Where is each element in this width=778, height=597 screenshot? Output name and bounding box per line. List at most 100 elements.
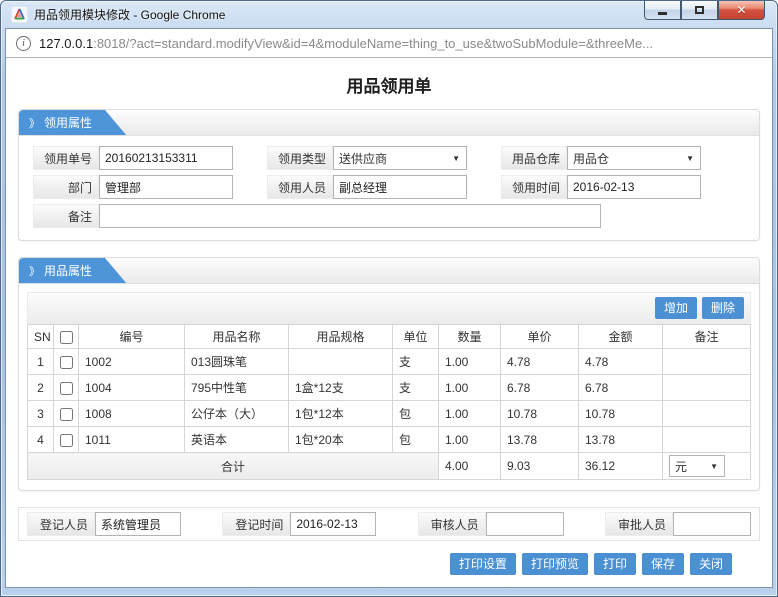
row-name[interactable]: 795中性笔 [185, 375, 289, 401]
minimize-icon [658, 12, 667, 15]
auditor-label: 审核人员 [418, 512, 486, 536]
requisition-type-select[interactable]: 送供应商 ▼ [333, 146, 467, 170]
row-remark[interactable] [663, 401, 751, 427]
approver-label: 审批人员 [605, 512, 673, 536]
warehouse-select[interactable]: 用品仓 ▼ [567, 146, 701, 170]
row-checkbox[interactable] [60, 434, 73, 447]
row-amount: 4.78 [579, 349, 663, 375]
row-price[interactable]: 6.78 [501, 375, 579, 401]
row-spec[interactable]: 1包*12本 [289, 401, 393, 427]
requisition-attributes-header: 》领用属性 [19, 110, 759, 136]
maximize-icon [695, 6, 704, 14]
row-code[interactable]: 1002 [79, 349, 185, 375]
currency-value: 元 [675, 458, 687, 475]
row-remark[interactable] [663, 375, 751, 401]
window-title: 用品领用模块修改 - Google Chrome [34, 6, 225, 23]
row-unit[interactable]: 包 [393, 401, 439, 427]
warehouse-label: 用品仓库 [501, 146, 567, 170]
maximize-button[interactable] [681, 1, 718, 20]
requisition-type-label: 领用类型 [267, 146, 333, 170]
row-price[interactable]: 10.78 [501, 401, 579, 427]
col-price: 单价 [501, 325, 579, 349]
item-attributes-tab: 》用品属性 [19, 258, 105, 284]
total-row: 合计 4.00 9.03 36.12 元 ▼ [28, 453, 751, 480]
requisition-attributes-panel: 》领用属性 领用单号 领用类型 送供应商 ▼ [18, 109, 760, 241]
order-no-label: 领用单号 [33, 146, 99, 170]
row-sn: 2 [28, 375, 54, 401]
col-qty: 数量 [439, 325, 501, 349]
row-amount: 13.78 [579, 427, 663, 453]
section2-title: 用品属性 [44, 264, 92, 278]
row-name[interactable]: 英语本 [185, 427, 289, 453]
row-code[interactable]: 1008 [79, 401, 185, 427]
row-unit[interactable]: 包 [393, 427, 439, 453]
add-row-button[interactable]: 增加 [655, 297, 697, 319]
auditor-input[interactable] [486, 512, 564, 536]
col-amount: 金额 [579, 325, 663, 349]
requisition-date-label: 领用时间 [501, 175, 567, 199]
row-name[interactable]: 公仔本（大） [185, 401, 289, 427]
tab-arrow-icon: 》 [29, 266, 40, 278]
row-qty[interactable]: 1.00 [439, 427, 501, 453]
select-all-checkbox[interactable] [60, 331, 73, 344]
page-title: 用品领用单 [18, 72, 760, 97]
row-sn: 3 [28, 401, 54, 427]
page-info-icon[interactable]: i [16, 36, 31, 51]
item-attributes-header: 》用品属性 [19, 258, 759, 284]
save-button[interactable]: 保存 [642, 553, 684, 575]
print-button[interactable]: 打印 [594, 553, 636, 575]
minimize-button[interactable] [644, 1, 681, 20]
row-qty[interactable]: 1.00 [439, 375, 501, 401]
approver-input[interactable] [673, 512, 751, 536]
row-price[interactable]: 13.78 [501, 427, 579, 453]
order-no-input[interactable] [99, 146, 233, 170]
row-spec[interactable]: 1包*20本 [289, 427, 393, 453]
registrant-input[interactable] [95, 512, 181, 536]
row-checkbox[interactable] [60, 356, 73, 369]
address-bar[interactable]: i 127.0.0.1:8018/?act=standard.modifyVie… [6, 29, 772, 58]
row-spec[interactable]: 1盒*12支 [289, 375, 393, 401]
url-text: 127.0.0.1:8018/?act=standard.modifyView&… [39, 36, 653, 51]
requisition-person-label: 领用人员 [267, 175, 333, 199]
row-code[interactable]: 1011 [79, 427, 185, 453]
close-button[interactable]: ✕ [718, 1, 765, 20]
close-icon: ✕ [736, 4, 746, 16]
tab-arrow-icon: 》 [29, 118, 40, 130]
table-row: 1 1002 013圆珠笔 支 1.00 4.78 4.78 [28, 349, 751, 375]
row-qty[interactable]: 1.00 [439, 401, 501, 427]
row-unit[interactable]: 支 [393, 375, 439, 401]
requisition-date-input[interactable] [567, 175, 701, 199]
row-name[interactable]: 013圆珠笔 [185, 349, 289, 375]
row-remark[interactable] [663, 427, 751, 453]
department-input[interactable] [99, 175, 233, 199]
remark-input[interactable] [99, 204, 601, 228]
action-buttons: 打印设置 打印预览 打印 保存 关闭 [18, 553, 760, 575]
row-checkbox[interactable] [60, 382, 73, 395]
row-price[interactable]: 4.78 [501, 349, 579, 375]
close-form-button[interactable]: 关闭 [690, 553, 732, 575]
row-code[interactable]: 1004 [79, 375, 185, 401]
registrant-label: 登记人员 [27, 512, 95, 536]
print-preview-button[interactable]: 打印预览 [522, 553, 588, 575]
signature-bar: 登记人员 登记时间 审核人员 审批人员 [18, 507, 760, 541]
table-row: 4 1011 英语本 1包*20本 包 1.00 13.78 13.78 [28, 427, 751, 453]
requisition-person-input[interactable] [333, 175, 467, 199]
row-qty[interactable]: 1.00 [439, 349, 501, 375]
col-code: 编号 [79, 325, 185, 349]
col-spec: 用品规格 [289, 325, 393, 349]
page-content: 用品领用单 》领用属性 领用单号 领用类型 [6, 58, 772, 587]
item-table: SN 编号 用品名称 用品规格 单位 数量 单价 金额 备注 1 [27, 324, 751, 480]
register-date-input[interactable] [290, 512, 376, 536]
print-settings-button[interactable]: 打印设置 [450, 553, 516, 575]
requisition-type-value: 送供应商 [339, 150, 387, 167]
delete-row-button[interactable]: 删除 [702, 297, 744, 319]
app-favicon-icon [11, 6, 28, 23]
row-remark[interactable] [663, 349, 751, 375]
currency-select[interactable]: 元 ▼ [669, 455, 725, 477]
row-spec[interactable] [289, 349, 393, 375]
row-unit[interactable]: 支 [393, 349, 439, 375]
row-amount: 10.78 [579, 401, 663, 427]
item-attributes-panel: 》用品属性 增加 删除 SN 编号 用品名称 [18, 257, 760, 491]
chevron-down-icon: ▼ [452, 154, 460, 163]
row-checkbox[interactable] [60, 408, 73, 421]
